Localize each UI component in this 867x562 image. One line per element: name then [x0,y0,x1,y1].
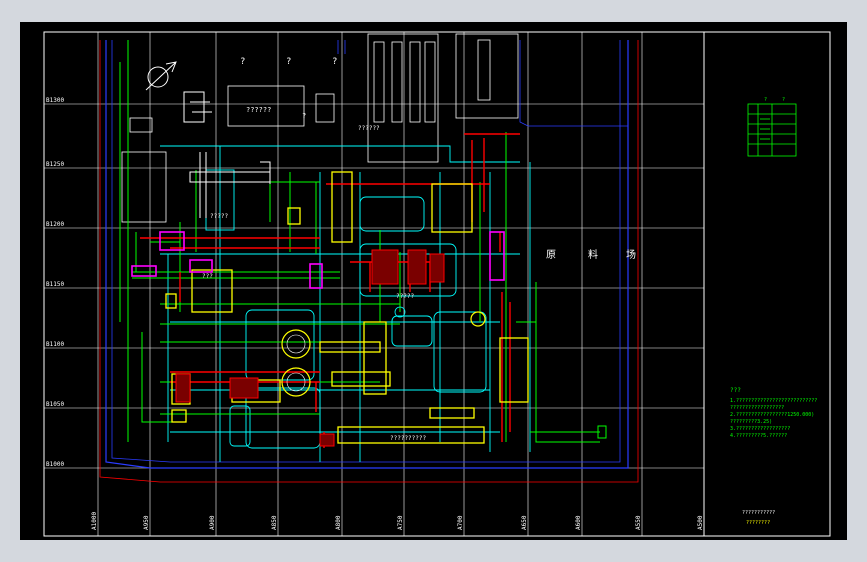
notes-lines: 1.??????????????????????????? ??????????… [730,398,817,439]
raw-yard-char-2: 料 [588,248,598,261]
drawing-sheet: B1300 B1250 B1200 B1150 B1100 B1050 B1000 A100… [20,22,847,540]
site-plan-drawing: B1300 B1250 B1200 B1150 B1100 B1050 B1000 A100… [43,31,831,537]
grid-x-label: A600 [575,515,582,530]
raw-yard-char-3: 场 [626,248,636,261]
y-grid-labels: B1300 B1250 B1200 B1150 B1100 B1050 B1000 [46,97,64,468]
legend-header-2: ? [782,97,785,103]
title-block-line-2: ???????? [746,520,770,526]
grid-y-label: B1150 [46,281,64,288]
top-mark-3: ? [332,57,337,67]
grid-x-label: A950 [143,515,150,530]
grid-y-label: B1050 [46,401,64,408]
magenta-units [131,231,505,289]
notes-line: 3.?????????????????? [730,426,790,432]
grid-x-label: A850 [271,515,278,530]
top-mark-2: ? [286,57,291,67]
legend-header-1: ? [764,97,767,103]
grid-y-label: B1000 [46,461,64,468]
red-pipe-routes [140,133,520,448]
grid-y-label: B1100 [46,341,64,348]
grid-x-label: A500 [697,515,704,530]
grid-x-label: A900 [209,515,216,530]
grid-y-label: B1300 [46,97,64,104]
building-top-label-2: ? [302,112,306,120]
grid-x-label: A550 [635,515,642,530]
title-block-line-1: ??????????? [742,510,775,516]
notes-line: 1.??????????????????????????? [730,398,817,404]
grid-x-label: A700 [457,515,464,530]
notes-title: ??? [730,387,741,394]
grid-y-label: B1200 [46,221,64,228]
grid-x-label: A650 [521,515,528,530]
sheet-border [43,31,831,537]
notes-line: 4.?????????5.?????? [730,433,787,439]
north-arrow-icon [145,61,177,91]
building-top-label: ?????? [246,106,271,114]
notes-line: ?????????????????? [730,405,784,411]
building-center-label: ????? [396,293,414,300]
grid-x-label: A1000 [91,512,98,530]
site-boundary [99,40,639,483]
notes-line: ?????????3.25) [730,419,772,425]
warehouse-label: ?????? [358,125,380,132]
building-mid-label: ??? [202,273,213,280]
grid-y-label: B1250 [46,161,64,168]
notes-line: 2.?????????????????1250.000) [730,412,814,418]
x-grid-labels: A1000 A950 A900 A850 A800 A750 A700 A650 A600 A55… [91,512,704,530]
raw-yard-char-1: 原 [546,249,556,261]
grid-x-label: A750 [397,515,404,530]
building-bottom-label: ?????????? [390,435,427,442]
building-left-label: ????? [210,213,228,220]
top-mark-1: ? [240,57,245,67]
legend-table [747,103,797,157]
grid-x-label: A800 [335,515,342,530]
